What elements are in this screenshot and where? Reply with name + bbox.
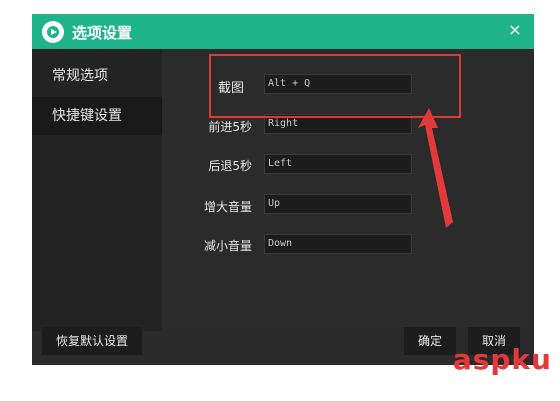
highlight-box — [209, 54, 461, 118]
volume-up-label: 增大音量 — [203, 200, 252, 214]
settings-dialog: 选项设置 × 常规选项 快捷键设置 截图 Alt + Q 前进5秒 Right … — [32, 14, 534, 365]
forward-label: 前进5秒 — [208, 120, 252, 134]
backward-label: 后退5秒 — [208, 159, 252, 173]
close-icon[interactable]: × — [504, 19, 526, 41]
volume-up-hotkey-field[interactable]: Up — [264, 194, 412, 214]
restore-defaults-button[interactable]: 恢复默认设置 — [42, 327, 142, 355]
title-bar: 选项设置 × — [32, 14, 534, 49]
app-logo-icon — [42, 21, 64, 43]
sidebar: 常规选项 快捷键设置 — [32, 49, 162, 331]
backward-hotkey-field[interactable]: Left — [264, 154, 412, 174]
dialog-title: 选项设置 — [72, 24, 133, 42]
watermark: aspku 免费网站源码下载站 — [407, 343, 552, 391]
sidebar-item-shortcuts[interactable]: 快捷键设置 — [32, 97, 162, 135]
volume-down-label: 减小音量 — [203, 239, 252, 253]
watermark-brand: aspku — [452, 343, 552, 376]
watermark-tagline: 免费网站源码下载站 — [478, 378, 550, 387]
volume-down-hotkey-field[interactable]: Down — [264, 234, 412, 254]
sidebar-item-general[interactable]: 常规选项 — [32, 57, 162, 95]
